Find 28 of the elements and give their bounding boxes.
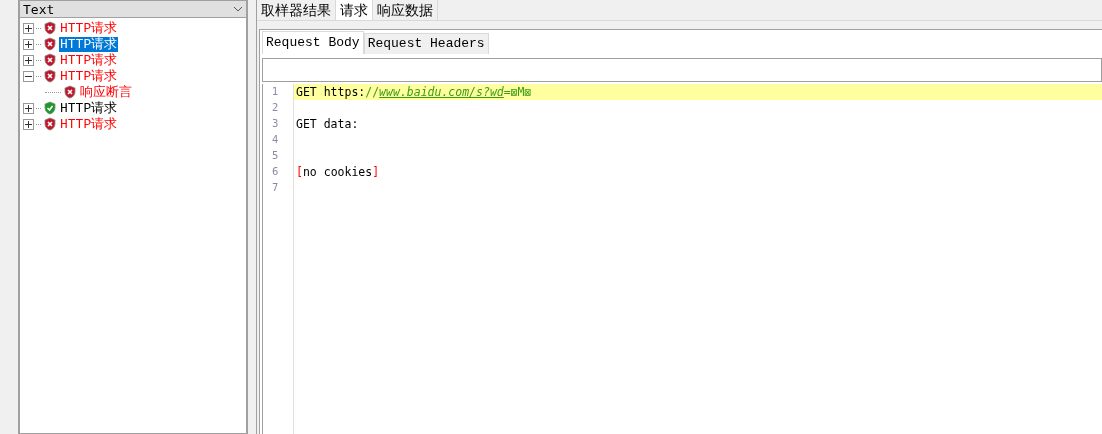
expand-icon[interactable] <box>23 38 34 50</box>
tab[interactable]: Request Body <box>262 31 364 54</box>
tab[interactable]: 请求 <box>336 0 373 20</box>
tree-item[interactable]: HTTP请求 <box>59 52 119 68</box>
tab[interactable]: Request Headers <box>363 33 489 54</box>
column-header[interactable]: Text <box>19 0 247 18</box>
tree-item[interactable]: HTTP请求 <box>59 20 119 36</box>
expand-icon[interactable] <box>23 22 34 34</box>
tree-item[interactable]: 响应断言 <box>79 84 133 100</box>
code-line: [no cookies] <box>295 164 381 180</box>
chevron-down-icon <box>233 6 243 12</box>
line-number: 6 <box>271 165 280 179</box>
line-number: 3 <box>271 117 280 131</box>
expand-icon[interactable] <box>23 102 34 114</box>
code-line: GET data: <box>295 116 360 132</box>
tree-item[interactable]: HTTP请求 <box>59 68 119 84</box>
line-number: 2 <box>271 101 280 115</box>
tree-item[interactable]: HTTP请求 <box>59 116 119 132</box>
expand-icon[interactable] <box>23 118 34 130</box>
tree-item[interactable]: HTTP请求 <box>59 36 119 52</box>
line-number: 4 <box>271 133 280 147</box>
expand-icon[interactable] <box>23 54 34 66</box>
line-number: 5 <box>271 149 280 163</box>
search-field[interactable] <box>262 58 1102 82</box>
line-number: 1 <box>271 85 280 99</box>
line-number: 7 <box>271 181 280 195</box>
collapse-icon[interactable] <box>23 70 34 82</box>
tree-item[interactable]: HTTP请求 <box>59 100 119 116</box>
